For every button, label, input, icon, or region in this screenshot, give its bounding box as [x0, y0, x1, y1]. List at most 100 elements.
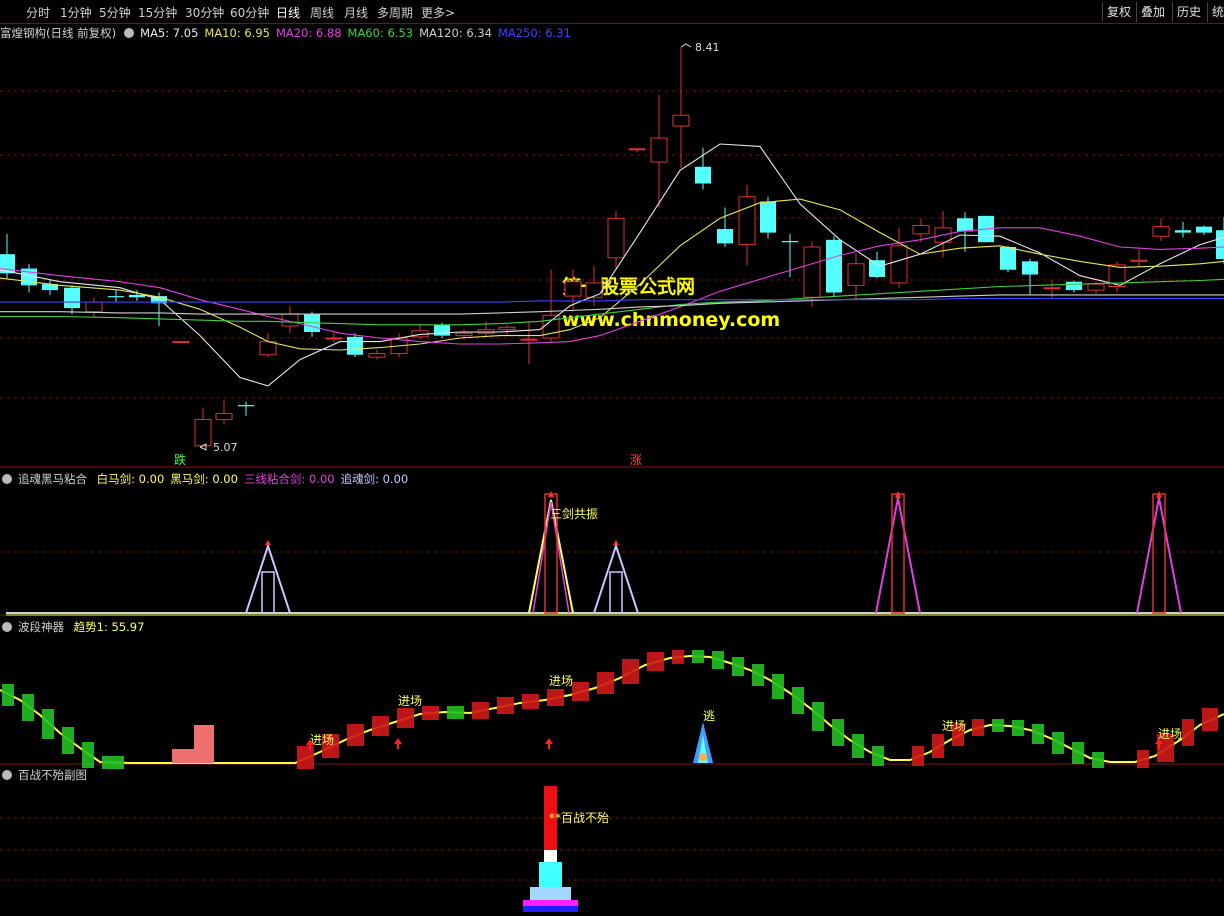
candle-body	[1152, 226, 1170, 237]
ma250-line	[0, 297, 1224, 303]
merge-sword-triangle	[1136, 497, 1182, 614]
candle-body	[760, 201, 776, 233]
candle-body	[695, 166, 711, 184]
trend-block	[752, 664, 764, 686]
trend-block	[1202, 708, 1218, 731]
stats-button[interactable]: 统	[1207, 2, 1224, 22]
candle-body	[64, 287, 80, 309]
trend-block	[597, 672, 614, 694]
period-tab-monthly[interactable]: 月线	[344, 4, 368, 21]
candle-body	[912, 224, 930, 235]
candle-body	[803, 246, 821, 298]
hundred-battles-label: **百战不殆	[549, 811, 609, 825]
period-tab-multi[interactable]: 多周期	[377, 4, 413, 21]
buy-arrow-icon	[394, 738, 402, 744]
high-arrow-icon	[680, 43, 692, 48]
high-marker: 涨	[630, 452, 642, 467]
candle-body	[738, 196, 756, 246]
period-tab-weekly[interactable]: 周线	[310, 4, 334, 21]
trend-block	[102, 756, 124, 769]
period-tab-daily[interactable]: 日线	[276, 4, 300, 21]
escape-runner-icon	[699, 753, 707, 761]
chase-sword-bar	[609, 571, 623, 614]
chart-canvas[interactable]: 8.415.07跌 涨三剑共振进场进场进场进场进场逃**百战不殆	[0, 24, 1224, 916]
overlay-button[interactable]: 叠加	[1136, 2, 1169, 22]
candle-body	[564, 281, 582, 297]
candle-body	[1216, 230, 1224, 259]
entry-label: 进场	[398, 694, 422, 708]
trend-block	[792, 687, 804, 714]
candle-body	[85, 301, 103, 313]
chase-sword-triangle	[593, 542, 639, 614]
trend-block	[832, 719, 844, 746]
candle-body	[1022, 261, 1038, 275]
trend-block	[1052, 732, 1064, 754]
candle-body	[368, 353, 386, 358]
trend-block	[522, 694, 539, 709]
period-tab-more[interactable]: 更多>	[421, 4, 455, 21]
trend-block	[547, 689, 564, 706]
adjust-button[interactable]: 复权	[1102, 2, 1135, 22]
candle-body	[520, 338, 538, 341]
trend-block	[972, 719, 984, 736]
period-tab-30min[interactable]: 30分钟	[185, 4, 224, 21]
trend-block	[1092, 752, 1104, 768]
candle-body	[434, 324, 450, 336]
low-marker: 跌	[174, 452, 186, 467]
trend-block	[82, 742, 94, 768]
candle-body	[477, 329, 495, 334]
resonance-label: 三剑共振	[550, 506, 598, 521]
tower-white	[544, 850, 557, 862]
volume-block	[194, 725, 214, 763]
trend-block	[497, 697, 514, 714]
trend-block	[812, 702, 824, 731]
period-tab-1min[interactable]: 1分钟	[60, 4, 92, 21]
period-tab-5min[interactable]: 5分钟	[99, 4, 131, 21]
trend-block	[692, 650, 704, 663]
tower-lightblue	[530, 887, 571, 900]
volume-block	[172, 749, 194, 763]
trend-block	[297, 746, 314, 769]
candle-body	[498, 326, 516, 331]
candle-body	[607, 217, 625, 259]
trend-block	[372, 716, 389, 736]
history-button[interactable]: 历史	[1172, 2, 1205, 22]
merge-sword-triangle	[875, 497, 921, 614]
entry-label: 进场	[549, 674, 573, 688]
candle-body	[215, 412, 233, 420]
high-price-label: 8.41	[695, 41, 720, 54]
low-price-label: 5.07	[213, 441, 238, 454]
trend-block	[447, 706, 464, 719]
period-tab-fenshi[interactable]: 分时	[26, 4, 50, 21]
trend-block	[992, 719, 1004, 732]
period-toolbar: 分时 1分钟 5分钟 15分钟 30分钟 60分钟 日线 周线 月线 多周期 更…	[0, 0, 1224, 24]
candle-body	[1000, 247, 1016, 270]
chevron-right-icon: >	[445, 6, 456, 20]
candle-body	[650, 137, 668, 163]
trend-block	[772, 674, 784, 699]
candle-body	[826, 239, 842, 293]
entry-label: 进场	[1158, 727, 1182, 741]
trend-block	[1137, 750, 1149, 768]
more-label: 更多	[421, 6, 446, 20]
candle-body	[890, 245, 908, 284]
chase-sword-triangle	[245, 542, 291, 614]
chase-sword-bar	[261, 571, 275, 614]
trend-block	[852, 734, 864, 758]
candle-body	[957, 218, 973, 232]
candle-body	[869, 260, 885, 277]
trend-block	[472, 702, 489, 719]
period-tab-15min[interactable]: 15分钟	[138, 4, 177, 21]
sword-bar-red	[1152, 493, 1166, 614]
candle-body	[672, 114, 690, 127]
candle-body	[585, 282, 603, 298]
ma5-line	[0, 143, 1224, 387]
period-tab-60min[interactable]: 60分钟	[230, 4, 269, 21]
buy-arrow-icon	[545, 738, 553, 744]
escape-label: 逃	[703, 709, 715, 723]
trend-block	[347, 724, 364, 746]
trend-block	[397, 708, 414, 728]
trend-block	[872, 746, 884, 766]
sword-bar-red	[891, 493, 905, 614]
sword-tip-icon	[265, 540, 271, 545]
